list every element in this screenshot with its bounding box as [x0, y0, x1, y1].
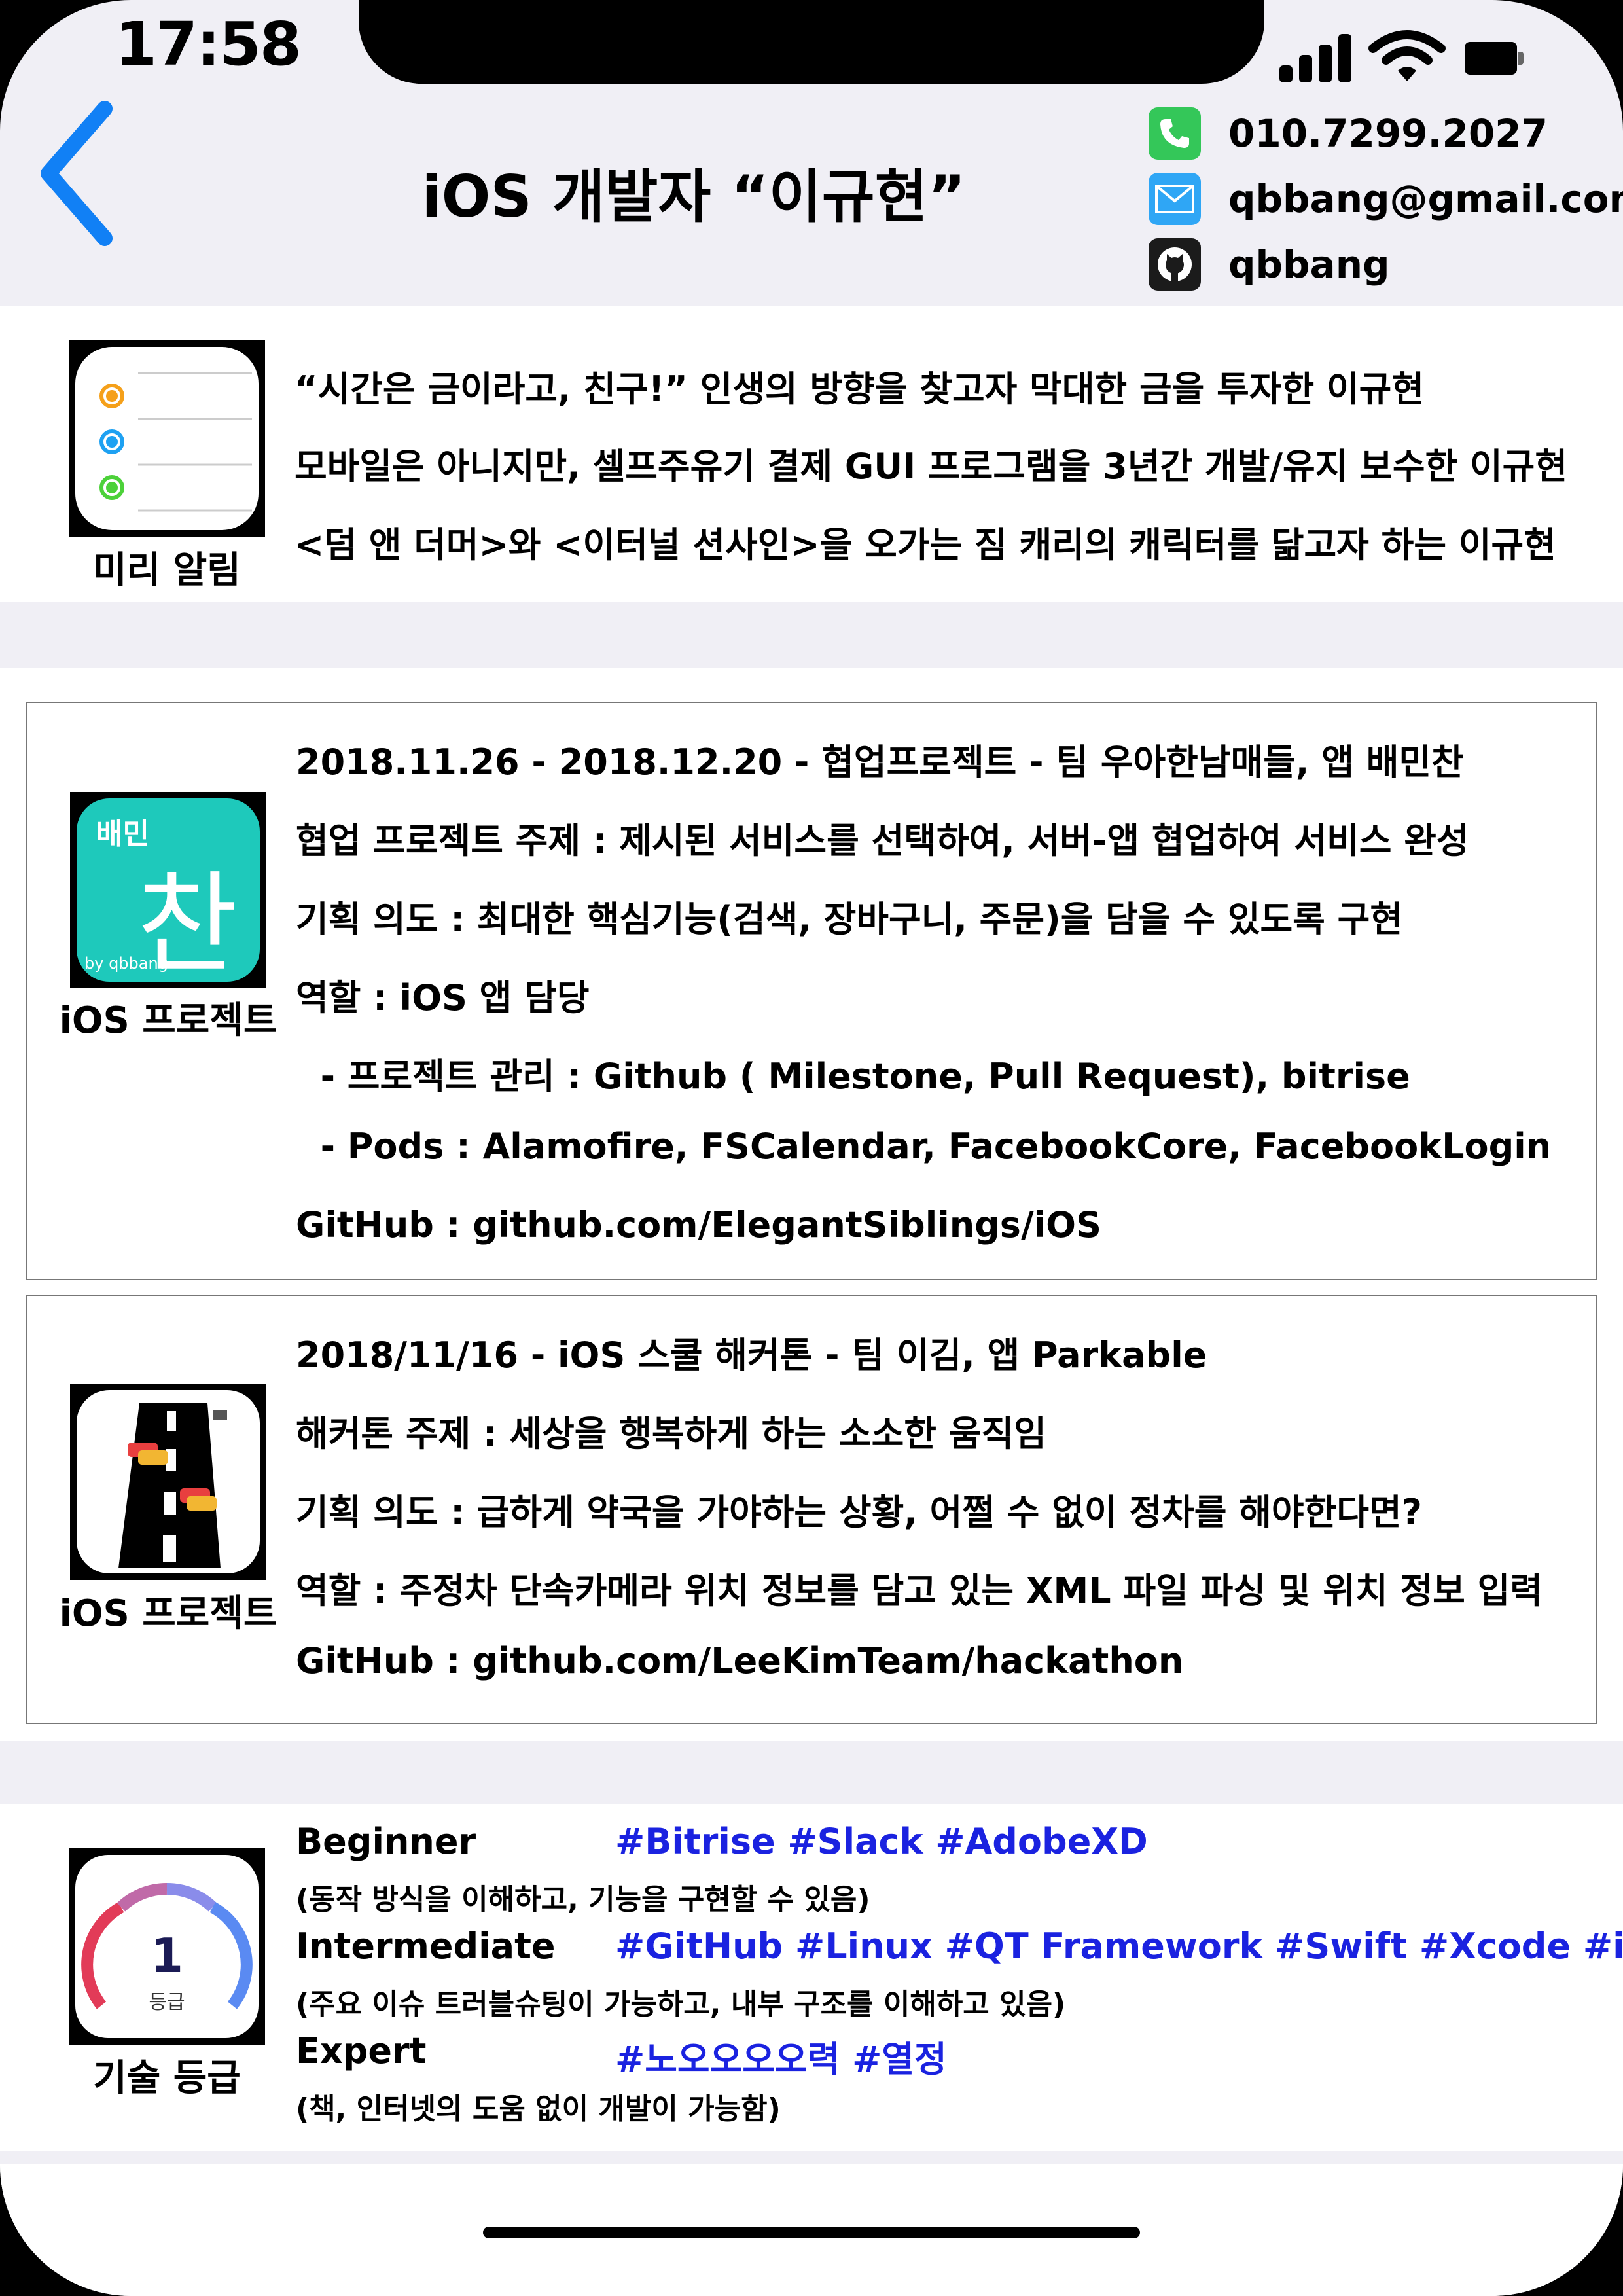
skill-tags-beginner: #Bitrise #Slack #AdobeXD [615, 1821, 1148, 1862]
contact-phone[interactable]: 010.7299.2027 [1149, 107, 1548, 160]
skill-desc-intermediate: (주요 이슈 트러블슈팅이 가능하고, 내부 구조를 이해하고 있음) [296, 1988, 1066, 2021]
baeminchan-app-icon: 배민 찬 by qbbang [70, 792, 266, 988]
contact-github-text: qbbang [1228, 242, 1390, 287]
project-card-baeminchan: 배민 찬 by qbbang iOS 프로젝트 2018.11.26 - 201… [26, 702, 1597, 1280]
project-2-line: 2018/11/16 - iOS 스쿨 해커톤 - 팀 이김, 앱 Parkab… [296, 1335, 1207, 1376]
icon-text-small: by qbbang [84, 954, 168, 973]
intro-line-2: 모바일은 아니지만, 셀프주유기 결제 GUI 프로그램을 3년간 개발/유지 … [294, 446, 1568, 487]
project-1-line: 협업 프로젝트 주제 : 제시된 서비스를 선택하여, 서버-앱 협업하여 서비… [296, 820, 1469, 861]
github-icon [1149, 238, 1201, 291]
skill-level-intermediate: Intermediate [296, 1926, 556, 1967]
mail-icon [1149, 173, 1201, 225]
projects-section: 배민 찬 by qbbang iOS 프로젝트 2018.11.26 - 201… [0, 668, 1623, 1741]
project-1-line: 기획 의도 : 최대한 핵심기능(검색, 장바구니, 주문)을 담을 수 있도록… [296, 899, 1403, 940]
gauge-number: 1 [150, 1928, 184, 1983]
project-card-parkable: iOS 프로젝트 2018/11/16 - iOS 스쿨 해커톤 - 팀 이김,… [26, 1295, 1597, 1724]
contact-github[interactable]: qbbang [1149, 238, 1390, 291]
skill-level-beginner: Beginner [296, 1821, 476, 1862]
home-indicator[interactable] [483, 2227, 1140, 2238]
project-1-caption: iOS 프로젝트 [59, 999, 277, 1042]
skills-caption: 기술 등급 [93, 2057, 241, 2100]
project-1-github-link[interactable]: GitHub : github.com/ElegantSiblings/iOS [296, 1204, 1101, 1246]
project-1-line: 2018.11.26 - 2018.12.20 - 협업프로젝트 - 팀 우아한… [296, 742, 1464, 783]
phone-screen: 17:58 iOS 개발자 “이규현” 010.7299.2027 qbbang… [0, 0, 1623, 2296]
skills-section: 1 등급 기술 등급 Beginner #Bitrise #Slack #Ado… [0, 1804, 1623, 2151]
reminders-caption: 미리 알림 [93, 549, 241, 592]
skill-gauge-icon: 1 등급 [69, 1848, 265, 2045]
reminders-app-icon [69, 340, 265, 537]
page-title: iOS 개발자 “이규현” [421, 163, 966, 230]
cellular-signal-icon [1279, 34, 1353, 82]
project-2-line: 기획 의도 : 급하게 약국을 가야하는 상황, 어쩔 수 없이 정차를 해야한… [296, 1492, 1422, 1533]
project-2-github-link[interactable]: GitHub : github.com/LeeKimTeam/hackathon [296, 1640, 1183, 1681]
back-chevron-icon[interactable] [31, 98, 123, 249]
contact-email-text: qbbang@gmail.com [1228, 177, 1623, 221]
contact-phone-text: 010.7299.2027 [1228, 111, 1548, 156]
intro-line-1: “시간은 금이라고, 친구!” 인생의 방향을 찾고자 막대한 금을 투자한 이… [294, 368, 1425, 410]
skill-tags-expert: #노오오오오력 #열정 [615, 2039, 947, 2080]
status-time: 17:58 [115, 9, 302, 79]
project-1-line: 역할 : iOS 앱 담당 [296, 977, 590, 1018]
skill-desc-beginner: (동작 방식을 이해하고, 기능을 구현할 수 있음) [296, 1883, 870, 1916]
device-notch [359, 0, 1264, 84]
battery-icon [1465, 42, 1525, 75]
intro-section: 미리 알림 “시간은 금이라고, 친구!” 인생의 방향을 찾고자 막대한 금을… [0, 306, 1623, 602]
project-1-line: - Pods : Alamofire, FSCalendar, Facebook… [296, 1126, 1552, 1167]
wifi-icon [1368, 30, 1446, 81]
parkable-app-icon [70, 1384, 266, 1580]
skill-tags-intermediate: #GitHub #Linux #QT Framework #Swift #Xco… [615, 1926, 1623, 1967]
phone-icon [1149, 107, 1201, 160]
project-1-line: - 프로젝트 관리 : Github ( Milestone, Pull Req… [296, 1056, 1410, 1097]
contact-email[interactable]: qbbang@gmail.com [1149, 173, 1623, 225]
project-2-caption: iOS 프로젝트 [59, 1592, 277, 1635]
project-2-line: 역할 : 주정차 단속카메라 위치 정보를 담고 있는 XML 파일 파싱 및 … [296, 1570, 1543, 1611]
intro-line-3: <덤 앤 더머>와 <이터널 션사인>을 오가는 짐 캐리의 캐릭터를 닮고자 … [294, 524, 1556, 565]
skill-level-expert: Expert [296, 2030, 427, 2072]
skill-desc-expert: (책, 인터넷의 도움 없이 개발이 가능함) [296, 2092, 781, 2126]
project-2-line: 해커톤 주제 : 세상을 행복하게 하는 소소한 움직임 [296, 1413, 1046, 1454]
gauge-label: 등급 [149, 1991, 185, 2014]
